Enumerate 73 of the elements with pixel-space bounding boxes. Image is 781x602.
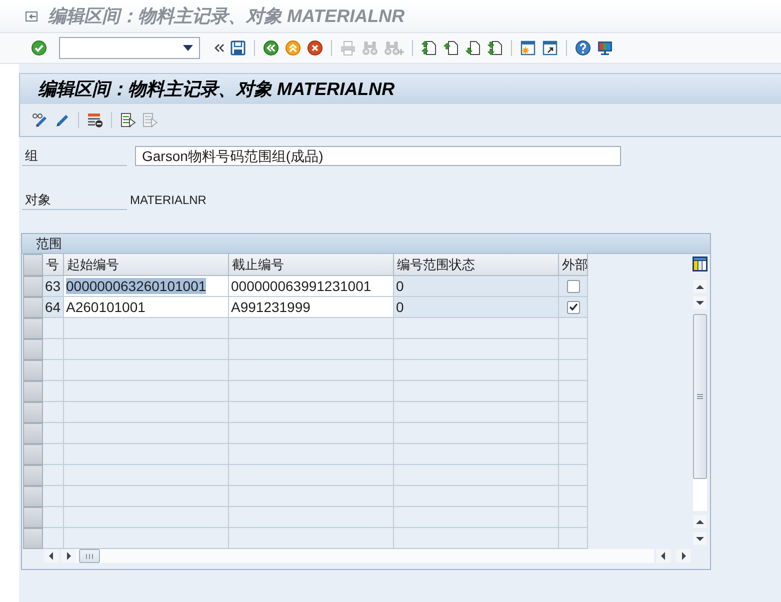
column-header[interactable]: 外部 (559, 254, 588, 276)
scroll-left-button[interactable] (656, 549, 671, 563)
pencil-icon[interactable] (54, 112, 70, 128)
empty-cell (559, 465, 588, 486)
field-label: 对象 (22, 190, 127, 210)
empty-cell (559, 360, 588, 381)
monitor-icon[interactable] (597, 40, 613, 56)
scroll-up-button[interactable] (693, 280, 707, 293)
column-header[interactable]: 编号范围状态 (394, 254, 559, 276)
triangle-left-icon (49, 552, 54, 560)
help-icon[interactable] (575, 40, 591, 56)
screen-title: 编辑区间：物料主记录、对象 MATERIALNR (38, 78, 395, 100)
field-label: 组 (22, 146, 127, 166)
list-minus-icon[interactable] (87, 112, 103, 128)
scroll-left-button[interactable] (44, 549, 59, 563)
checkbox[interactable] (566, 280, 580, 292)
back-icon[interactable] (263, 40, 279, 56)
window-title: 编辑区间：物料主记录、对象 MATERIALNR (48, 4, 405, 28)
empty-cell (559, 507, 588, 528)
input-field[interactable]: A260101001 (64, 297, 229, 318)
table-cell: 0 (394, 297, 559, 318)
glasses-pencil-icon[interactable] (32, 112, 48, 128)
triangle-right-icon (66, 552, 71, 560)
input-field[interactable]: A991231999 (229, 297, 394, 318)
empty-cell (559, 402, 588, 423)
scroll-right-button[interactable] (61, 549, 76, 563)
table-title: 范围 (36, 234, 62, 253)
triangle-left-icon (661, 552, 666, 560)
page-down-icon[interactable] (465, 40, 481, 56)
empty-cell (559, 444, 588, 465)
triangle-right-icon (681, 552, 686, 560)
columns-icon[interactable] (692, 256, 708, 272)
triangle-down-icon (696, 300, 704, 304)
cancel-icon[interactable] (307, 40, 323, 56)
grip-icon (697, 394, 703, 399)
page-up-icon[interactable] (443, 40, 459, 56)
input-field[interactable]: 000000063260101001 (64, 276, 229, 297)
column-header[interactable]: 截止编号 (229, 254, 394, 276)
empty-cell (559, 423, 588, 444)
input-field[interactable]: Garson物料号码范围组(成品) (135, 146, 621, 166)
scrollbar-track[interactable] (693, 314, 707, 511)
up-chevrons-icon[interactable] (285, 40, 301, 56)
triangle-down-icon (696, 536, 704, 540)
page-double-down-icon[interactable] (487, 40, 503, 56)
input-field[interactable]: 000000063991231001 (229, 276, 394, 297)
scroll-up-button[interactable] (693, 515, 707, 528)
empty-cell (559, 486, 588, 507)
scroll-down-button[interactable] (693, 532, 707, 545)
checkmark-icon (568, 303, 578, 311)
column-header[interactable]: 起始编号 (64, 254, 229, 276)
field-value: MATERIALNR (130, 192, 206, 209)
scroll-right-button[interactable] (676, 549, 691, 563)
scroll-thumb[interactable] (79, 549, 100, 563)
scrollbar-track[interactable] (61, 549, 654, 563)
scroll-thumb[interactable] (693, 314, 707, 479)
command-field[interactable] (59, 37, 200, 59)
table-cell: 0 (394, 276, 559, 297)
empty-cell (559, 339, 588, 360)
triangle-up-icon (696, 284, 704, 288)
table-cell: 63 (43, 276, 64, 297)
caret-down-icon[interactable] (183, 45, 193, 51)
grip-icon (86, 554, 93, 558)
column-header[interactable]: 号 (43, 254, 64, 276)
triangle-up-icon (696, 520, 704, 524)
window-sparkle-icon[interactable] (520, 40, 536, 56)
check-icon[interactable] (31, 40, 47, 56)
checkbox[interactable] (566, 300, 580, 314)
table-cell: 64 (43, 297, 64, 318)
save-icon[interactable] (230, 40, 246, 56)
document-arrow-icon[interactable] (120, 112, 136, 128)
page-double-up-icon[interactable] (421, 40, 437, 56)
empty-cell (559, 381, 588, 402)
scroll-down-button[interactable] (693, 296, 707, 309)
